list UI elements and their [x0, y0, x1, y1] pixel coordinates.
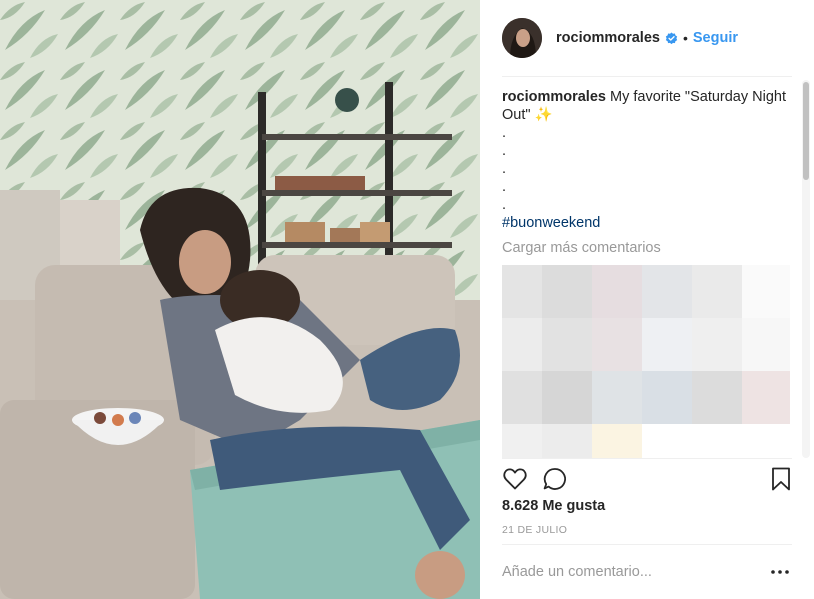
post-photo[interactable]: [0, 0, 480, 599]
separator-dot: •: [682, 30, 688, 46]
blur-cell: [692, 424, 742, 458]
blur-cell: [542, 424, 592, 458]
post-header: rociommorales • Seguir: [480, 0, 814, 76]
avatar[interactable]: [502, 18, 542, 58]
blur-cell: [742, 265, 790, 318]
blur-cell: [502, 265, 542, 318]
blur-cell: [592, 424, 642, 458]
comments-area: rociommorales My favorite "Saturday Nigh…: [502, 88, 790, 458]
caption-username[interactable]: rociommorales: [502, 89, 606, 105]
comment-divider: [502, 544, 792, 545]
comment-bubble-icon[interactable]: [542, 466, 568, 492]
caption-dot: .: [502, 179, 507, 195]
bookmark-icon[interactable]: [768, 466, 794, 492]
blur-cell: [642, 318, 692, 371]
blur-cell: [502, 371, 542, 424]
actions-divider: [502, 458, 792, 459]
blur-cell: [592, 318, 642, 371]
blur-cell: [542, 371, 592, 424]
blur-cell: [642, 424, 692, 458]
caption-dot: .: [502, 125, 507, 141]
blur-cell: [642, 265, 692, 318]
blur-cell: [692, 318, 742, 371]
likes-count[interactable]: 8.628 Me gusta: [502, 498, 605, 514]
blur-cell: [592, 371, 642, 424]
caption-dot: .: [502, 143, 507, 159]
blur-cell: [742, 424, 790, 458]
blur-cell: [742, 318, 790, 371]
blur-cell: [692, 265, 742, 318]
caption: rociommorales My favorite "Saturday Nigh…: [502, 88, 790, 124]
follow-button[interactable]: Seguir: [693, 30, 738, 46]
header-divider: [502, 76, 792, 77]
scrollbar-thumb[interactable]: [803, 82, 809, 180]
blur-cell: [592, 265, 642, 318]
blur-cell: [542, 265, 592, 318]
blurred-comments: [502, 265, 790, 458]
comments-scrollbar[interactable]: [802, 80, 810, 458]
avatar-image: [502, 18, 542, 58]
post-panel: rociommorales • Seguir rociommorales My …: [480, 0, 814, 599]
caption-dot-lines: . . . . .: [502, 124, 790, 214]
username-link[interactable]: rociommorales: [556, 30, 660, 46]
blur-cell: [692, 371, 742, 424]
post-date[interactable]: 21 DE JULIO: [502, 524, 567, 536]
blur-cell: [502, 318, 542, 371]
caption-dot: .: [502, 161, 507, 177]
more-options-icon[interactable]: [770, 562, 790, 582]
caption-dot: .: [502, 197, 507, 213]
blur-cell: [642, 371, 692, 424]
photo-illustration: [0, 0, 480, 599]
blur-cell: [542, 318, 592, 371]
hashtag-link[interactable]: #buonweekend: [502, 214, 790, 232]
load-more-comments-button[interactable]: Cargar más comentarios: [502, 240, 790, 256]
action-bar: [502, 464, 792, 494]
blur-cell: [502, 424, 542, 458]
verified-badge-icon: [665, 31, 678, 44]
heart-icon[interactable]: [502, 466, 528, 492]
add-comment-input[interactable]: [502, 560, 752, 584]
blur-cell: [742, 371, 790, 424]
